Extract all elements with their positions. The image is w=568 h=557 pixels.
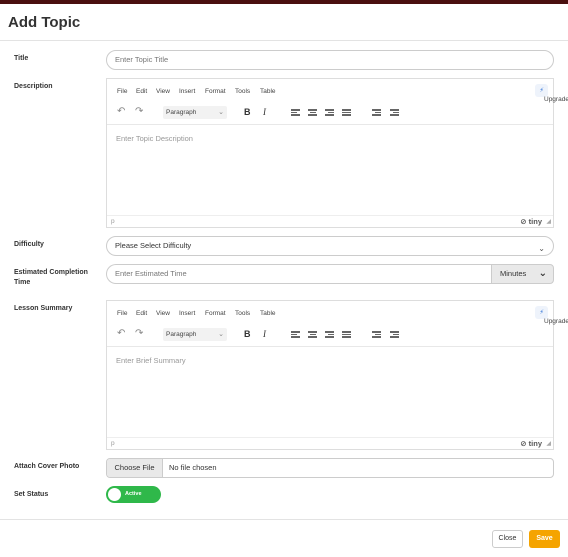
align-right-icon[interactable] bbox=[325, 109, 334, 116]
editor-toolbar: ↶ ↷ Paragraph ⌄ B I bbox=[107, 323, 553, 347]
block-format-select[interactable]: Paragraph ⌄ bbox=[163, 328, 227, 341]
align-center-icon[interactable] bbox=[308, 109, 317, 116]
choose-file-button[interactable]: Choose File bbox=[107, 459, 163, 477]
resize-handle-icon[interactable]: ◢ bbox=[546, 440, 551, 447]
tiny-logo: ⊘ tiny bbox=[520, 439, 542, 448]
menu-tools[interactable]: Tools bbox=[235, 88, 250, 95]
modal-title: Add Topic bbox=[8, 14, 81, 31]
cover-photo-label: Attach Cover Photo bbox=[14, 463, 80, 470]
chevron-down-icon: ⌄ bbox=[218, 331, 224, 338]
description-editor[interactable]: File Edit View Insert Format Tools Table… bbox=[106, 78, 568, 228]
menu-table[interactable]: Table bbox=[260, 88, 276, 95]
modal-footer: Close Save bbox=[0, 519, 568, 557]
undo-icon[interactable]: ↶ bbox=[117, 106, 125, 118]
menu-edit[interactable]: Edit bbox=[136, 88, 147, 95]
editor-toolbar: ↶ ↷ Paragraph ⌄ B I bbox=[107, 101, 553, 125]
time-unit-select[interactable]: Minutes ⌄ bbox=[491, 264, 554, 284]
difficulty-value: Please Select Difficulty bbox=[115, 241, 192, 250]
upgrade-button[interactable]: ⚡ Upgrade bbox=[535, 84, 568, 103]
italic-button[interactable]: I bbox=[263, 107, 266, 117]
menu-edit[interactable]: Edit bbox=[136, 310, 147, 317]
outdent-icon[interactable] bbox=[372, 109, 381, 116]
menu-file[interactable]: File bbox=[117, 88, 127, 95]
resize-handle-icon[interactable]: ◢ bbox=[546, 218, 551, 225]
bold-button[interactable]: B bbox=[244, 329, 251, 339]
chevron-down-icon: ⌄ bbox=[538, 268, 547, 279]
block-format-select[interactable]: Paragraph ⌄ bbox=[163, 106, 227, 119]
align-justify-icon[interactable] bbox=[342, 331, 351, 338]
indent-icon[interactable] bbox=[390, 109, 399, 116]
align-left-icon[interactable] bbox=[291, 109, 300, 116]
summary-placeholder: Enter Brief Summary bbox=[116, 356, 186, 365]
menu-format[interactable]: Format bbox=[205, 310, 226, 317]
title-input[interactable]: Enter Topic Title bbox=[106, 50, 554, 70]
description-placeholder: Enter Topic Description bbox=[116, 134, 193, 143]
lesson-summary-editor[interactable]: File Edit View Insert Format Tools Table… bbox=[106, 300, 568, 450]
chevron-down-icon: ⌄ bbox=[218, 109, 224, 116]
undo-icon[interactable]: ↶ bbox=[117, 328, 125, 340]
menu-table[interactable]: Table bbox=[260, 310, 276, 317]
menu-insert[interactable]: Insert bbox=[179, 88, 195, 95]
italic-button[interactable]: I bbox=[263, 329, 266, 339]
element-path: p bbox=[111, 218, 115, 225]
difficulty-select[interactable]: Please Select Difficulty ⌄ bbox=[106, 236, 554, 256]
menu-insert[interactable]: Insert bbox=[179, 310, 195, 317]
align-right-icon[interactable] bbox=[325, 331, 334, 338]
cover-photo-input: Choose File No file chosen bbox=[106, 458, 554, 478]
difficulty-label: Difficulty bbox=[14, 241, 44, 248]
menu-file[interactable]: File bbox=[117, 310, 127, 317]
redo-icon[interactable]: ↷ bbox=[135, 328, 143, 340]
status-value: Active bbox=[125, 491, 142, 497]
chevron-down-icon: ⌄ bbox=[538, 244, 545, 253]
upgrade-button[interactable]: ⚡ Upgrade bbox=[535, 306, 568, 325]
block-format-value: Paragraph bbox=[166, 109, 197, 116]
estimated-time-label: Estimated Completion Time bbox=[14, 269, 88, 286]
status-toggle[interactable]: Active bbox=[106, 486, 161, 503]
element-path: p bbox=[111, 440, 115, 447]
description-label: Description bbox=[14, 83, 53, 90]
editor-menubar: File Edit View Insert Format Tools Table… bbox=[107, 79, 568, 103]
menu-view[interactable]: View bbox=[156, 310, 170, 317]
file-name-text: No file chosen bbox=[169, 463, 217, 472]
block-format-value: Paragraph bbox=[166, 331, 197, 338]
bold-button[interactable]: B bbox=[244, 107, 251, 117]
align-left-icon[interactable] bbox=[291, 331, 300, 338]
close-button[interactable]: Close bbox=[492, 530, 523, 548]
editor-statusbar: p ⊘ tiny ◢ bbox=[107, 437, 553, 449]
redo-icon[interactable]: ↷ bbox=[135, 106, 143, 118]
align-justify-icon[interactable] bbox=[342, 109, 351, 116]
lesson-summary-label: Lesson Summary bbox=[14, 305, 73, 312]
menu-tools[interactable]: Tools bbox=[235, 310, 250, 317]
save-button[interactable]: Save bbox=[529, 530, 560, 548]
menu-view[interactable]: View bbox=[156, 88, 170, 95]
tiny-logo: ⊘ tiny bbox=[520, 217, 542, 226]
estimated-time-group: Enter Estimated Time Minutes ⌄ bbox=[106, 264, 554, 284]
title-label: Title bbox=[14, 55, 29, 62]
editor-statusbar: p ⊘ tiny ◢ bbox=[107, 215, 553, 227]
editor-menubar: File Edit View Insert Format Tools Table… bbox=[107, 301, 568, 325]
toggle-knob bbox=[108, 488, 121, 501]
outdent-icon[interactable] bbox=[372, 331, 381, 338]
modal-header: Add Topic bbox=[0, 4, 568, 41]
estimated-time-input[interactable]: Enter Estimated Time bbox=[106, 264, 492, 284]
status-label: Set Status bbox=[14, 491, 49, 498]
time-unit-value: Minutes bbox=[500, 269, 527, 278]
indent-icon[interactable] bbox=[390, 331, 399, 338]
align-center-icon[interactable] bbox=[308, 331, 317, 338]
menu-format[interactable]: Format bbox=[205, 88, 226, 95]
